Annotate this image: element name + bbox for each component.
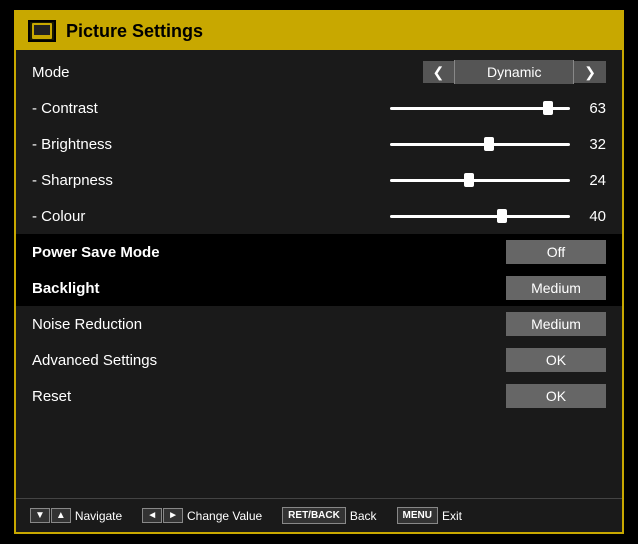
slider-track-container-2[interactable] (390, 179, 570, 182)
selection-value-container-4: OK (332, 384, 606, 408)
selection-label-2: Noise Reduction (32, 316, 332, 333)
selection-value-2: Medium (506, 312, 606, 336)
slider-rows: - Contrast 63 - Brightness 32 (16, 90, 622, 234)
mode-next-button[interactable]: ❯ (574, 61, 606, 83)
selection-label-4: Reset (32, 388, 332, 405)
selection-label-0: Power Save Mode (32, 244, 332, 261)
slider-row-2[interactable]: - Sharpness 24 (16, 162, 622, 198)
selection-value-0: Off (506, 240, 606, 264)
screen: Picture Settings Mode ❮ Dynamic ❯ - Cont… (0, 0, 638, 544)
change-value-label: Change Value (187, 509, 262, 523)
slider-row-1[interactable]: - Brightness 32 (16, 126, 622, 162)
back-hint: RET/BACK Back (282, 507, 376, 524)
selection-row-3[interactable]: Advanced Settings OK (16, 342, 622, 378)
slider-track-3 (390, 215, 570, 218)
slider-label-2: - Sharpness (32, 172, 332, 189)
navigate-hint: ▼ ▲ Navigate (30, 508, 122, 523)
slider-track-1 (390, 143, 570, 146)
exit-label: Exit (442, 509, 462, 523)
mode-selector[interactable]: ❮ Dynamic ❯ (332, 60, 606, 84)
slider-track-container-0[interactable] (390, 107, 570, 110)
slider-thumb-3 (497, 209, 507, 223)
slider-row-3[interactable]: - Colour 40 (16, 198, 622, 234)
slider-track-container-1[interactable] (390, 143, 570, 146)
selection-row-4[interactable]: Reset OK (16, 378, 622, 414)
slider-num-3: 40 (578, 208, 606, 225)
mode-value: Dynamic (454, 60, 574, 84)
slider-num-0: 63 (578, 100, 606, 117)
slider-value-0: 63 (332, 100, 606, 117)
slider-value-2: 24 (332, 172, 606, 189)
slider-value-3: 40 (332, 208, 606, 225)
selection-value-container-3: OK (332, 348, 606, 372)
slider-track-0 (390, 107, 570, 110)
panel-title: Picture Settings (16, 12, 622, 50)
mode-row[interactable]: Mode ❮ Dynamic ❯ (16, 54, 622, 90)
back-key: RET/BACK (282, 507, 346, 524)
back-label: Back (350, 509, 377, 523)
slider-row-0[interactable]: - Contrast 63 (16, 90, 622, 126)
slider-label-3: - Colour (32, 208, 332, 225)
change-value-hint: ◄ ► Change Value (142, 508, 262, 523)
mode-prev-button[interactable]: ❮ (423, 61, 455, 83)
selection-value-container-1: Medium (332, 276, 606, 300)
selection-value-3: OK (506, 348, 606, 372)
selection-value-container-2: Medium (332, 312, 606, 336)
slider-num-2: 24 (578, 172, 606, 189)
settings-area: Mode ❮ Dynamic ❯ - Contrast 63 - Brigh (16, 50, 622, 498)
selection-label-1: Backlight (32, 280, 332, 297)
mode-label: Mode (32, 64, 332, 81)
menu-key: MENU (397, 507, 438, 524)
selection-value-1: Medium (506, 276, 606, 300)
exit-hint: MENU Exit (397, 507, 462, 524)
selection-value-4: OK (506, 384, 606, 408)
slider-track-container-3[interactable] (390, 215, 570, 218)
panel-title-text: Picture Settings (66, 21, 203, 42)
slider-thumb-2 (464, 173, 474, 187)
slider-thumb-0 (543, 101, 553, 115)
picture-settings-panel: Picture Settings Mode ❮ Dynamic ❯ - Cont… (14, 10, 624, 534)
title-icon (28, 20, 56, 42)
selection-row-1[interactable]: Backlight Medium (16, 270, 622, 306)
slider-track-2 (390, 179, 570, 182)
slider-label-0: - Contrast (32, 100, 332, 117)
footer: ▼ ▲ Navigate ◄ ► Change Value RET/BACK B… (16, 498, 622, 532)
navigate-label: Navigate (75, 509, 122, 523)
slider-num-1: 32 (578, 136, 606, 153)
selection-row-2[interactable]: Noise Reduction Medium (16, 306, 622, 342)
nav-left-right-icon: ◄ ► (142, 508, 183, 523)
slider-label-1: - Brightness (32, 136, 332, 153)
selection-value-container-0: Off (332, 240, 606, 264)
selection-label-3: Advanced Settings (32, 352, 332, 369)
slider-value-1: 32 (332, 136, 606, 153)
selection-rows: Power Save Mode Off Backlight Medium Noi… (16, 234, 622, 414)
selection-row-0[interactable]: Power Save Mode Off (16, 234, 622, 270)
nav-up-down-icon: ▼ ▲ (30, 508, 71, 523)
slider-thumb-1 (484, 137, 494, 151)
